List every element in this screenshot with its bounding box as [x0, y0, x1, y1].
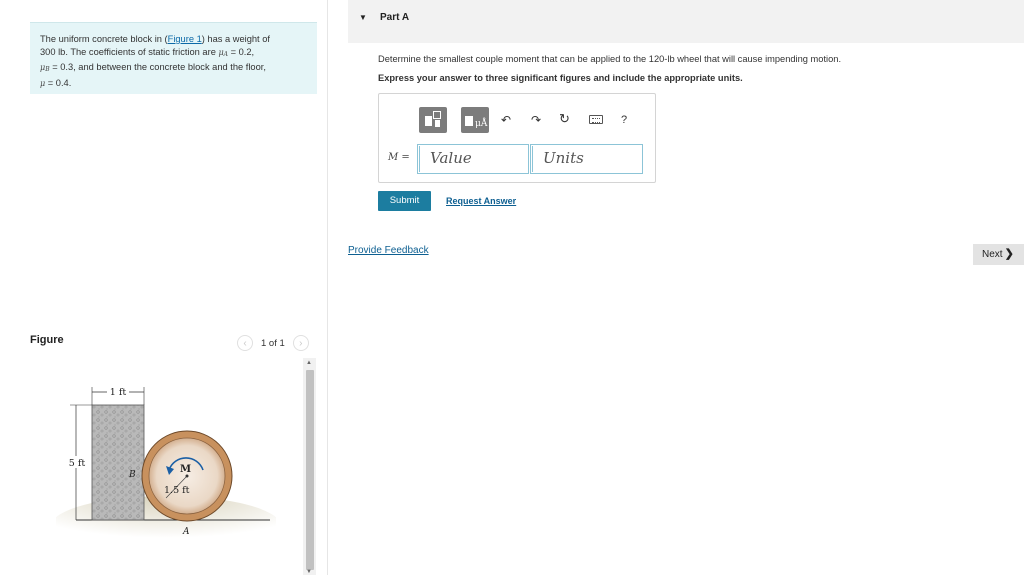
- caret-down-icon[interactable]: ▼: [359, 13, 367, 22]
- height-label: 5 ft: [69, 458, 86, 469]
- figure-diagram: 1 ft 5 ft B M 1.5 ft A: [56, 386, 276, 553]
- concrete-block: [91, 404, 145, 521]
- keyboard-icon[interactable]: [589, 115, 603, 124]
- question-text: Determine the smallest couple moment tha…: [378, 54, 842, 64]
- templates-icon[interactable]: [419, 107, 447, 133]
- problem-text-3: 300 lb. The coefficients of static frict…: [40, 46, 216, 57]
- figure-scrollbar[interactable]: ▲ ▼: [303, 358, 316, 575]
- scroll-up-arrow-icon[interactable]: ▲: [306, 360, 312, 366]
- problem-text-6: = 0.4.: [45, 77, 72, 88]
- next-button[interactable]: Next ❯: [973, 244, 1024, 265]
- moment-label: M: [180, 464, 191, 475]
- figure-link[interactable]: Figure 1: [168, 34, 202, 44]
- scroll-down-arrow-icon[interactable]: ▼: [306, 569, 312, 575]
- instruction-text: Express your answer to three significant…: [378, 73, 743, 83]
- mu-b-symbol: μB: [40, 63, 50, 73]
- variable-m: M: [388, 152, 399, 163]
- provide-feedback-link[interactable]: Provide Feedback: [348, 245, 429, 256]
- problem-statement: The uniform concrete block in (Figure 1)…: [30, 22, 317, 94]
- mu-a-symbol: μA: [218, 47, 229, 58]
- chevron-right-icon: ❯: [1004, 248, 1014, 260]
- part-a-header[interactable]: ▼ Part A: [348, 0, 1024, 43]
- problem-text-4: = 0.2,: [228, 46, 255, 57]
- reset-icon[interactable]: ↻: [559, 111, 570, 127]
- problem-text-1: The uniform concrete block in (: [40, 34, 168, 44]
- column-divider: [327, 0, 328, 575]
- chevron-right-icon[interactable]: ›: [292, 335, 309, 351]
- problem-text-5: = 0.3, and between the concrete block an…: [49, 62, 266, 72]
- point-a-label: A: [182, 527, 190, 537]
- figure-title: Figure: [30, 334, 64, 346]
- chevron-left-icon[interactable]: ‹: [237, 335, 253, 351]
- problem-text-2: ) has a weight of: [201, 34, 270, 44]
- scrollbar-thumb[interactable]: [306, 370, 314, 570]
- request-answer-link[interactable]: Request Answer: [446, 196, 516, 206]
- point-b-label: B: [128, 470, 136, 480]
- width-label: 1 ft: [110, 387, 127, 398]
- redo-icon[interactable]: ↷: [531, 113, 541, 127]
- radius-label: 1.5 ft: [164, 485, 190, 496]
- undo-icon[interactable]: ↶: [501, 113, 511, 127]
- figure-counter: 1 of 1: [261, 337, 285, 349]
- answer-variable-label: M =: [388, 152, 410, 163]
- next-label: Next: [982, 249, 1003, 260]
- part-title: Part A: [380, 12, 410, 23]
- units-icon[interactable]: μÅ: [461, 107, 489, 133]
- equals-sign: =: [398, 152, 410, 163]
- figure-pager: ‹ 1 of 1 ›: [237, 335, 309, 351]
- units-input[interactable]: Units: [530, 144, 643, 174]
- answer-box: μÅ ↶ ↷ ↻ ? M = Value Units: [378, 93, 656, 183]
- submit-button[interactable]: Submit: [378, 191, 431, 211]
- help-icon[interactable]: ?: [621, 114, 627, 126]
- value-input[interactable]: Value: [417, 144, 529, 174]
- wheel-center: [185, 474, 189, 478]
- units-icon-text: μÅ: [475, 119, 488, 129]
